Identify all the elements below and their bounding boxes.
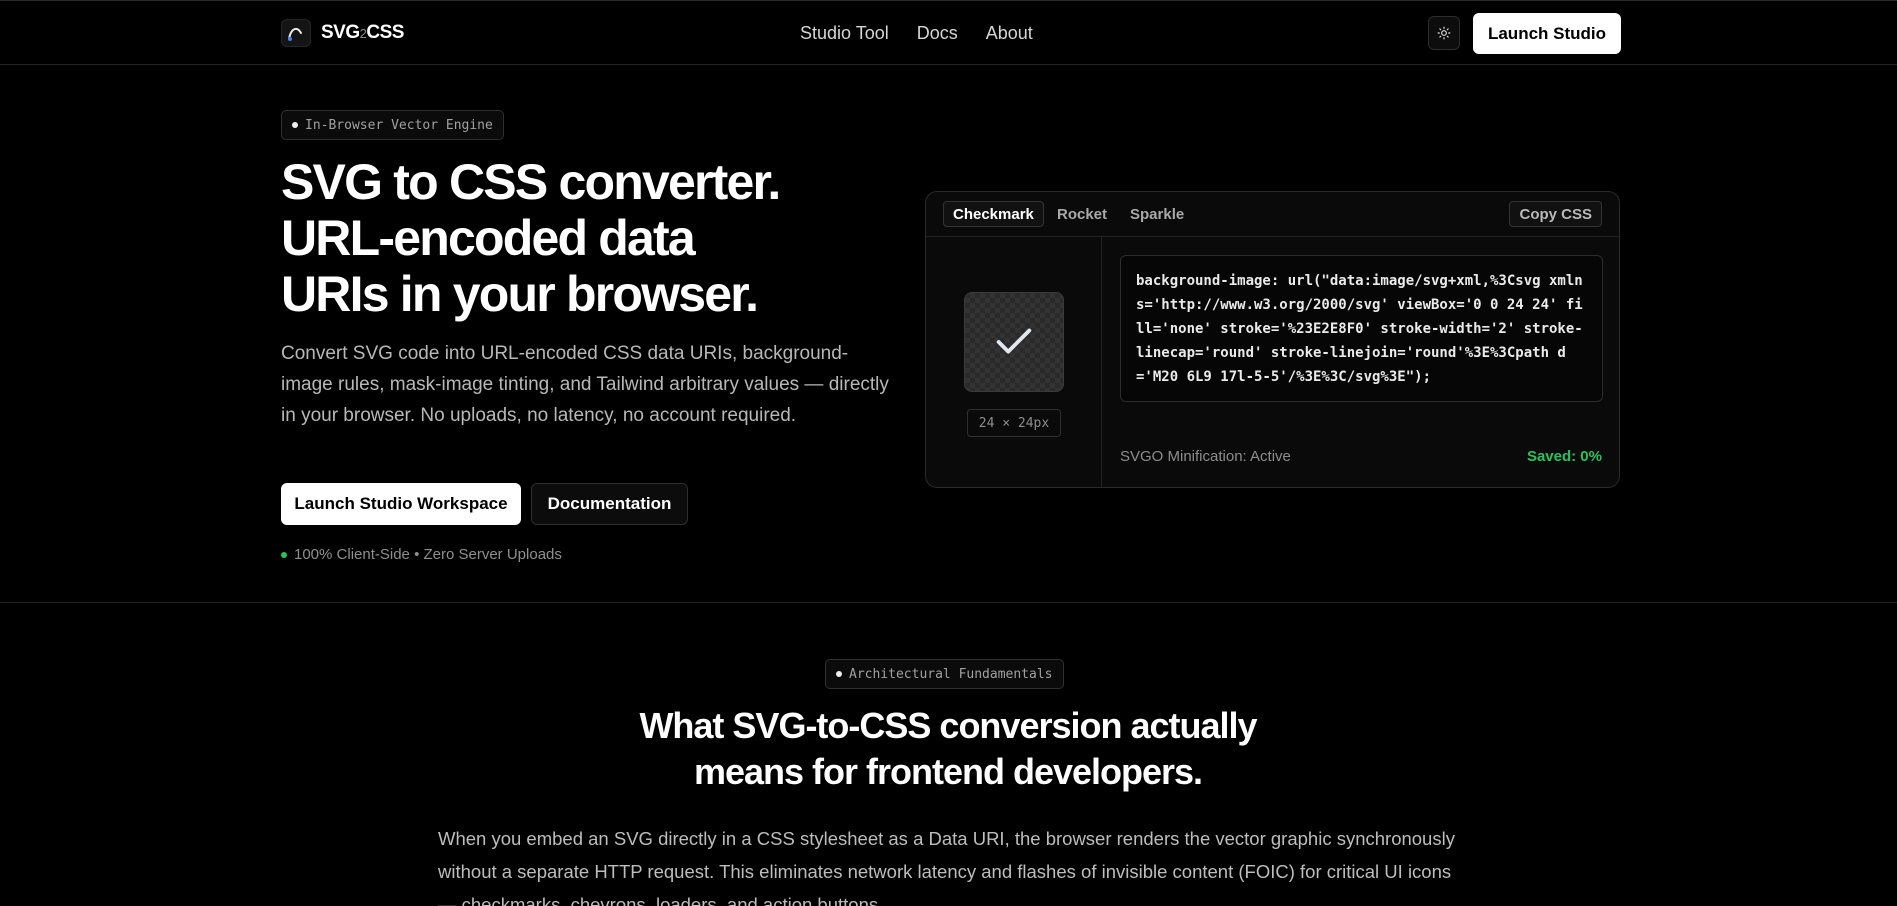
nav-studio-tool[interactable]: Studio Tool [800, 23, 889, 44]
demo-panel: Checkmark Rocket Sparkle Copy CSS 24 × 2… [925, 191, 1620, 488]
trust-text: 100% Client-Side • Zero Server Uploads [294, 546, 562, 563]
icon-size-badge: 24 × 24px [967, 409, 1061, 437]
theme-toggle-button[interactable] [1428, 16, 1460, 50]
section-divider [0, 602, 1897, 603]
icon-preview [964, 292, 1064, 392]
section-body: When you embed an SVG directly in a CSS … [438, 828, 1455, 906]
logo-wordmark: SVG2CSS [321, 22, 404, 43]
logo[interactable]: SVG2CSS [281, 19, 404, 47]
main-nav: Studio Tool Docs About [800, 23, 1033, 44]
sun-icon [1437, 26, 1451, 40]
documentation-button[interactable]: Documentation [531, 483, 688, 525]
checkmark-icon [996, 328, 1032, 354]
tab-checkmark[interactable]: Checkmark [943, 201, 1044, 227]
nav-about[interactable]: About [986, 23, 1033, 44]
section-title-line: What SVG-to-CSS conversion actually [639, 705, 1257, 746]
launch-studio-button[interactable]: Launch Studio [1473, 13, 1621, 54]
logo-icon [281, 19, 311, 47]
section-title-line: means for frontend developers. [693, 751, 1203, 792]
hero-description: Convert SVG code into URL-encoded CSS da… [281, 343, 889, 426]
hero-badge: In-Browser Vector Engine [281, 110, 504, 140]
hero-badge-label: In-Browser Vector Engine [305, 117, 493, 133]
dot-icon [836, 671, 842, 677]
hero-title-line: URL-encoded data [281, 210, 696, 266]
demo-tabs: Checkmark Rocket Sparkle Copy CSS [926, 192, 1619, 237]
tab-sparkle[interactable]: Sparkle [1121, 201, 1193, 227]
hero-title: SVG to CSS converter. URL-encoded data U… [281, 154, 841, 322]
preview-column: 24 × 24px [926, 237, 1102, 487]
section-badge: Architectural Fundamentals [825, 659, 1064, 689]
saved-percentage: Saved: 0% [1526, 448, 1602, 465]
trust-note: 100% Client-Side • Zero Server Uploads [281, 546, 562, 563]
nav-docs[interactable]: Docs [917, 23, 958, 44]
copy-css-button[interactable]: Copy CSS [1509, 201, 1602, 227]
section-title: What SVG-to-CSS conversion actually mean… [548, 703, 1348, 795]
hero-title-line: URIs in your browser. [281, 266, 759, 322]
svgo-status: SVGO Minification: Active [1120, 448, 1291, 465]
launch-studio-workspace-button[interactable]: Launch Studio Workspace [281, 483, 521, 525]
tab-rocket[interactable]: Rocket [1048, 201, 1116, 227]
section-badge-label: Architectural Fundamentals [849, 666, 1053, 682]
hero-title-line: SVG to CSS converter. [281, 154, 781, 210]
css-output-code[interactable]: background-image: url("data:image/svg+xm… [1120, 255, 1603, 402]
status-dot-icon [281, 551, 287, 558]
site-header: SVG2CSS Studio Tool Docs About Launch St… [0, 0, 1897, 65]
dot-icon [292, 122, 298, 128]
